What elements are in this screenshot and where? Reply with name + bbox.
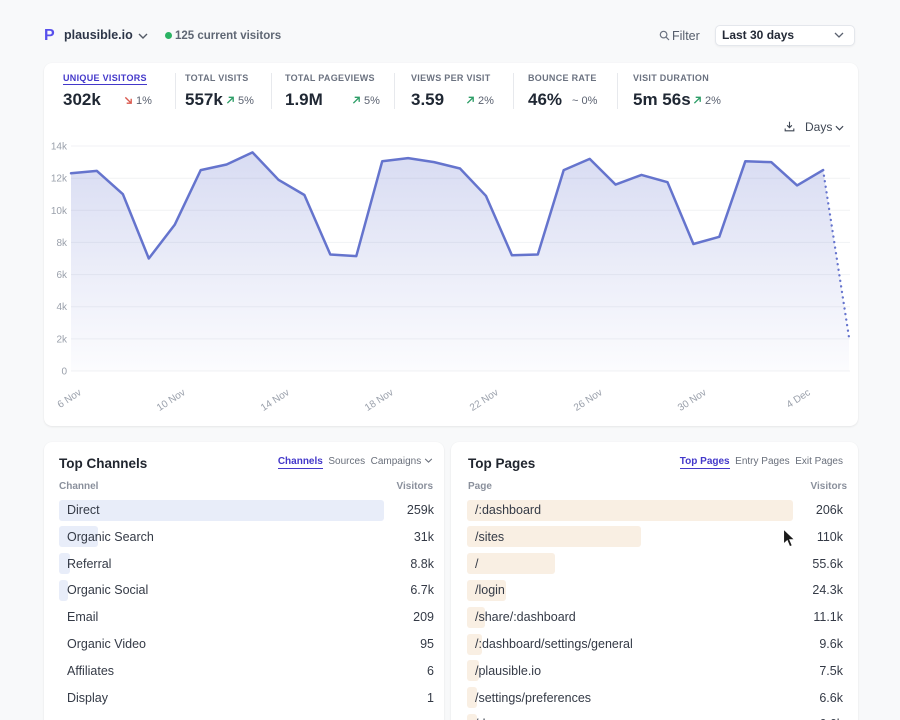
svg-text:14 Nov: 14 Nov	[259, 387, 292, 413]
svg-text:6k: 6k	[56, 270, 68, 281]
svg-text:8k: 8k	[56, 238, 68, 249]
svg-text:6 Nov: 6 Nov	[56, 387, 84, 410]
svg-text:12k: 12k	[51, 174, 68, 185]
svg-text:10k: 10k	[51, 206, 68, 217]
svg-text:10 Nov: 10 Nov	[155, 387, 188, 413]
svg-text:30 Nov: 30 Nov	[676, 387, 709, 413]
svg-text:4k: 4k	[56, 302, 68, 313]
svg-text:22 Nov: 22 Nov	[468, 387, 501, 413]
svg-text:26 Nov: 26 Nov	[572, 387, 605, 413]
svg-text:0: 0	[61, 367, 67, 378]
svg-text:18 Nov: 18 Nov	[363, 387, 396, 413]
svg-text:2k: 2k	[56, 334, 68, 345]
svg-text:14k: 14k	[51, 142, 68, 153]
svg-text:4 Dec: 4 Dec	[785, 387, 813, 410]
